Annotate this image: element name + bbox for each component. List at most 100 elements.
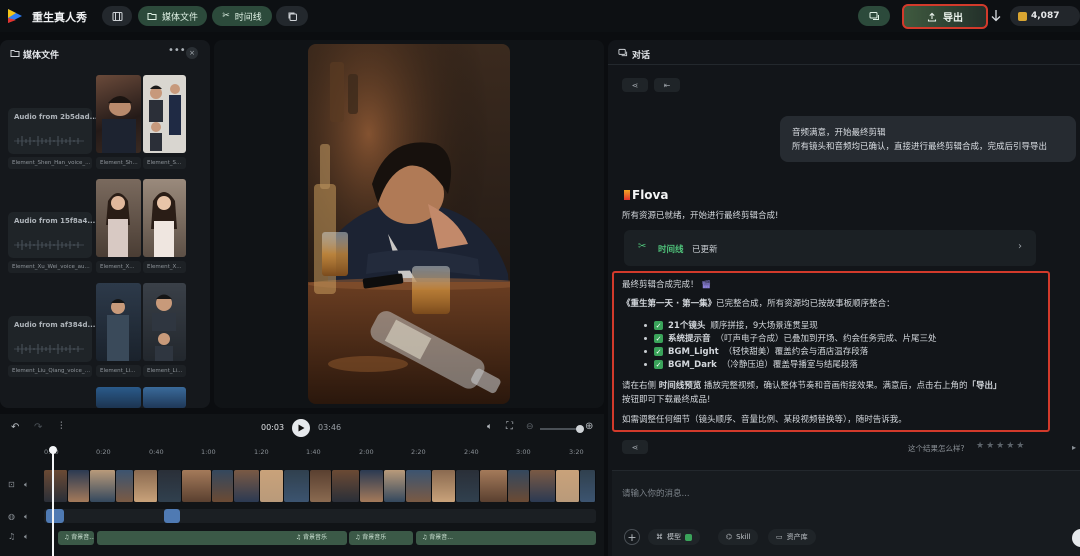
final-message-bullets: ✓ 21个镜头 顺序拼接，9大场景连贯呈现 ✓ 系统提示音 （叮声电子合成）已叠加到开场… [644, 319, 937, 371]
storyboard-button[interactable] [102, 6, 132, 26]
video-clip[interactable] [456, 470, 480, 502]
video-clip[interactable] [556, 470, 580, 502]
video-track[interactable] [44, 470, 596, 502]
video-clip[interactable] [182, 470, 212, 502]
playhead-handle[interactable] [49, 446, 57, 454]
volume-icon[interactable]: 🔈︎ [487, 422, 492, 432]
woman-thumbnail [106, 193, 130, 257]
volume-icon[interactable]: 🔈︎ [24, 512, 29, 522]
video-clip[interactable] [116, 470, 134, 502]
video-clip[interactable] [332, 470, 360, 502]
send-button[interactable] [1072, 529, 1080, 547]
zoom-in-icon[interactable]: ⊕ [585, 421, 593, 432]
zoom-slider-handle[interactable] [576, 425, 584, 433]
playhead[interactable] [52, 448, 54, 556]
audio-item[interactable]: Audio from af384d... [8, 316, 96, 362]
share-button[interactable]: ⋖ [622, 440, 648, 454]
summary-text: 已完整合成，所有资源均已按故事板顺序整合： [716, 299, 895, 309]
video-clip[interactable] [158, 470, 182, 502]
instruction-text: 播放完整视频，确认整体节奏和音画衔接效果。满意后，点击右上角的 [703, 381, 968, 391]
volume-icon[interactable]: 🔈︎ [24, 532, 29, 542]
model-icon: ⌘ [656, 533, 663, 541]
time-ruler[interactable]: 0:00 0:20 0:40 1:00 1:20 1:40 2:00 2:20 … [44, 448, 600, 460]
music-clip[interactable]: ♫ 背景音乐 [97, 531, 347, 545]
audio-item[interactable]: Audio from 15f8a4... [8, 212, 95, 258]
final-message-instructions: 请在右侧 时间线预览 播放完整视频，确认整体节奏和音画衔接效果。满意后，点击右上… [622, 379, 1042, 407]
image-thumbnail[interactable] [96, 283, 141, 361]
download-icon[interactable] [990, 9, 1002, 23]
split-icon[interactable]: ⫶ [60, 421, 63, 432]
checkbox-icon: ✓ [654, 347, 663, 356]
ruler-tick: 1:00 [201, 448, 216, 456]
credits-badge[interactable]: 4,087 [1010, 6, 1080, 26]
upload-icon [927, 12, 937, 22]
image-thumbnail[interactable] [96, 179, 141, 257]
video-clip[interactable] [580, 470, 596, 502]
timeline-update-card[interactable]: ✂ 时间线 已更新 › [624, 230, 1036, 266]
music-clip[interactable]: ♫ 背景音... [58, 531, 94, 545]
video-clip[interactable] [260, 470, 284, 502]
image-thumbnail[interactable] [143, 75, 186, 153]
skill-chip[interactable]: ⌬ Skill [718, 529, 759, 545]
asset-library-chip[interactable]: ▭ 资产库 [768, 529, 816, 545]
video-clip[interactable] [44, 470, 68, 502]
image-thumbnail[interactable] [143, 387, 186, 408]
redo-icon[interactable]: ↷ [34, 422, 42, 433]
sound-effect-clip[interactable] [164, 509, 180, 523]
video-clip[interactable] [310, 470, 332, 502]
video-clip[interactable] [432, 470, 456, 502]
media-files-tab[interactable]: 媒体文件 [138, 6, 207, 26]
fullscreen-icon[interactable]: ⛶ [506, 421, 513, 432]
user-message-line: 所有镜头和音频均已确认，直接进行最终剪辑合成，完成后引导导出 [792, 142, 1048, 152]
user-message-line: 音频满意，开始最终剪辑 [792, 128, 886, 138]
video-clip[interactable] [134, 470, 158, 502]
rewind-button[interactable]: ⇤ [654, 78, 680, 92]
video-clip[interactable] [480, 470, 508, 502]
video-preview-frame[interactable] [308, 44, 510, 404]
image-thumbnail[interactable] [96, 75, 141, 153]
video-clip[interactable] [284, 470, 310, 502]
copy-button[interactable] [276, 6, 308, 26]
audio-item[interactable]: Audio from 2b5dad... [8, 108, 98, 154]
rating-stars[interactable]: ★★★★★ [976, 441, 1026, 451]
close-icon[interactable]: × [186, 47, 198, 59]
image-thumbnail[interactable] [96, 387, 141, 408]
bullet-text: （叮声电子合成）已叠加到开场、约会任务完成、片尾三处 [715, 333, 937, 344]
export-button[interactable]: 导出 [902, 4, 988, 29]
image-thumbnail[interactable] [143, 179, 186, 257]
share-button[interactable]: ⋖ [622, 78, 648, 92]
undo-icon[interactable]: ↶ [11, 422, 19, 433]
video-clip[interactable] [508, 470, 530, 502]
video-clip[interactable] [530, 470, 556, 502]
sound-effect-clip[interactable] [46, 509, 64, 523]
chat-input[interactable]: 请输入你的消息... [622, 487, 690, 499]
video-clip[interactable] [234, 470, 260, 502]
play-button[interactable] [292, 419, 310, 437]
image-label: Element_S... [143, 157, 186, 169]
model-chip[interactable]: ⌘ 模型 [648, 529, 700, 545]
timeline-tab[interactable]: ✂ 时间线 [212, 6, 272, 26]
add-button[interactable]: + [624, 529, 640, 545]
music-clip[interactable]: ♫ 背景音... [416, 531, 596, 545]
video-clip[interactable] [68, 470, 90, 502]
video-clip[interactable] [384, 470, 406, 502]
zoom-out-icon[interactable]: ⊖ [526, 422, 534, 432]
sound-effect-track[interactable] [44, 509, 596, 523]
bullet-bold: 系统提示音 [668, 333, 711, 344]
music-track-icon: ♫ [8, 532, 16, 541]
image-thumbnail[interactable] [143, 283, 186, 361]
volume-icon[interactable]: 🔈︎ [24, 480, 29, 490]
video-clip[interactable] [406, 470, 432, 502]
more-icon[interactable]: ••• [168, 45, 186, 56]
chat-toggle-button[interactable] [858, 6, 890, 26]
music-track[interactable]: ♫ 背景音... ♫ 背景音乐 ♫ 背景音乐 ♫ 背景音... [44, 531, 596, 545]
video-clip[interactable] [212, 470, 234, 502]
share-icon: ⋖ [631, 442, 639, 452]
chevron-right-icon[interactable]: ▸ [1072, 443, 1076, 452]
music-clip[interactable]: ♫ 背景音乐 [349, 531, 413, 545]
video-clip[interactable] [90, 470, 116, 502]
zoom-slider[interactable] [540, 428, 580, 430]
video-clip[interactable] [360, 470, 384, 502]
flova-logo-icon [624, 190, 630, 200]
audio-item-title: Audio from af384d... [14, 321, 96, 329]
